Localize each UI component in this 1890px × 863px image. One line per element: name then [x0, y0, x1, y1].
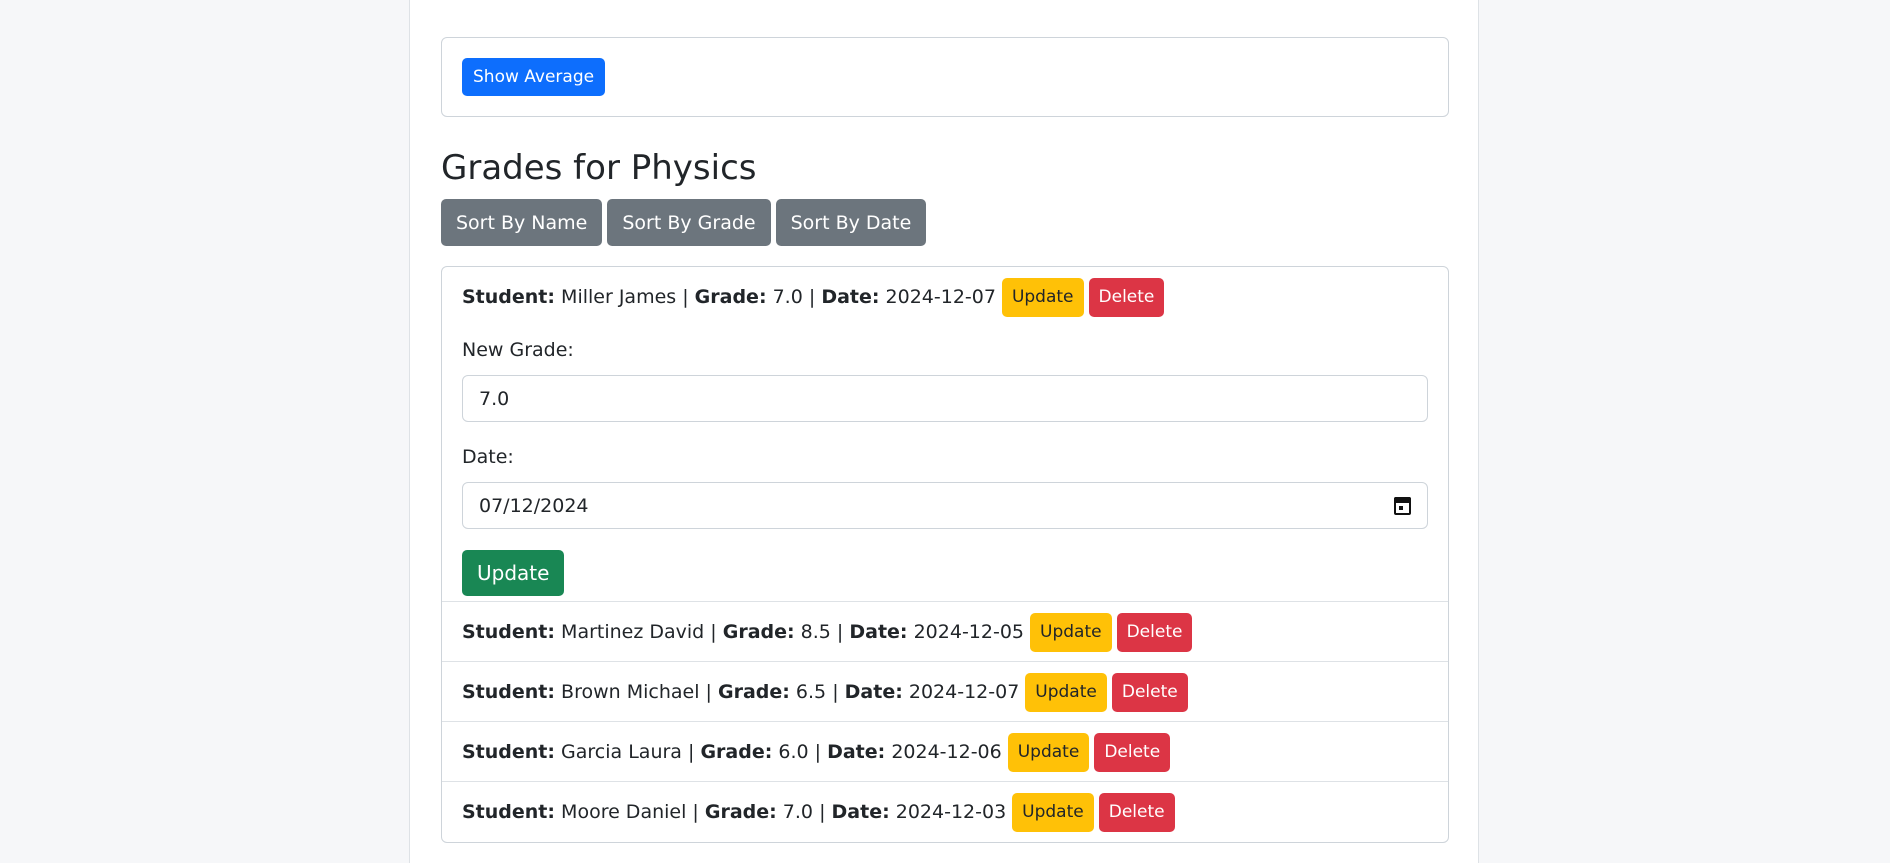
- separator: |: [710, 621, 717, 643]
- main-container: Show Average Grades for Physics Sort By …: [409, 0, 1479, 863]
- delete-button[interactable]: Delete: [1098, 792, 1175, 832]
- date-value: 2024-12-03: [895, 801, 1007, 823]
- date-label: Date:: [844, 681, 903, 703]
- grade-label: Grade:: [694, 286, 767, 308]
- date-input[interactable]: 07/12/2024: [462, 482, 1428, 529]
- date-label: Date:: [821, 286, 880, 308]
- grade-label: Grade:: [722, 621, 795, 643]
- list-item: Student: Garcia Laura | Grade: 6.0 | Dat…: [442, 722, 1448, 782]
- separator: |: [814, 741, 822, 763]
- delete-button[interactable]: Delete: [1088, 277, 1165, 317]
- date-input-value: 07/12/2024: [479, 494, 589, 517]
- update-button[interactable]: Update: [1007, 732, 1090, 772]
- grade-value: 7.0: [772, 286, 803, 308]
- student-label: Student:: [462, 801, 555, 823]
- sort-by-date-button[interactable]: Sort By Date: [775, 199, 927, 246]
- student-label: Student:: [462, 681, 555, 703]
- grade-entry: Student: Moore Daniel | Grade: 7.0 | Dat…: [462, 792, 1428, 832]
- grade-value: 6.0: [778, 741, 809, 763]
- sort-toolbar: Sort By Name Sort By Grade Sort By Date: [441, 199, 927, 246]
- date-label: Date:: [849, 621, 908, 643]
- grade-entry: Student: Miller James | Grade: 7.0 | Dat…: [462, 277, 1428, 317]
- delete-button[interactable]: Delete: [1116, 612, 1193, 652]
- grade-entry: Student: Martinez David | Grade: 8.5 | D…: [462, 612, 1428, 652]
- separator: |: [682, 286, 689, 308]
- student-name: Garcia Laura: [561, 741, 682, 763]
- update-button[interactable]: Update: [1012, 792, 1094, 832]
- date-field-label: Date:: [462, 446, 514, 468]
- grade-entry: Student: Brown Michael | Grade: 6.5 | Da…: [462, 672, 1428, 712]
- separator: |: [688, 741, 695, 763]
- grade-label: Grade:: [704, 801, 777, 823]
- student-name: Brown Michael: [561, 681, 700, 703]
- grade-label: Grade:: [700, 741, 773, 763]
- separator: |: [808, 286, 816, 308]
- update-button[interactable]: Update: [1001, 277, 1084, 317]
- new-grade-input[interactable]: 7.0: [462, 375, 1428, 422]
- grade-value: 8.5: [800, 621, 831, 643]
- grade-value: 6.5: [795, 681, 827, 703]
- average-card: Show Average: [441, 37, 1449, 117]
- update-button[interactable]: Update: [1025, 672, 1107, 712]
- student-label: Student:: [462, 286, 555, 308]
- student-name: Moore Daniel: [561, 801, 687, 823]
- list-item: Student: Miller James | Grade: 7.0 | Dat…: [442, 267, 1448, 602]
- separator: |: [705, 681, 712, 703]
- student-label: Student:: [462, 741, 555, 763]
- submit-update-button[interactable]: Update: [462, 550, 565, 596]
- student-name: Martinez David: [561, 621, 705, 643]
- date-value: 2024-12-07: [885, 286, 996, 308]
- date-value: 2024-12-06: [891, 741, 1002, 763]
- date-label: Date:: [831, 801, 890, 823]
- new-grade-label: New Grade:: [462, 339, 574, 361]
- delete-button[interactable]: Delete: [1094, 732, 1171, 772]
- grade-label: Grade:: [718, 681, 790, 703]
- date-value: 2024-12-07: [908, 681, 1020, 703]
- separator: |: [836, 621, 844, 643]
- sort-by-grade-button[interactable]: Sort By Grade: [607, 199, 771, 246]
- page-title: Grades for Physics: [441, 148, 757, 188]
- show-average-button[interactable]: Show Average: [462, 58, 606, 96]
- sort-by-name-button[interactable]: Sort By Name: [441, 199, 603, 246]
- student-label: Student:: [462, 621, 555, 643]
- separator: |: [819, 801, 826, 823]
- delete-button[interactable]: Delete: [1111, 672, 1188, 712]
- date-value: 2024-12-05: [913, 621, 1025, 643]
- calendar-icon[interactable]: [1394, 496, 1411, 515]
- date-label: Date:: [827, 741, 886, 763]
- update-button[interactable]: Update: [1030, 612, 1112, 652]
- new-grade-value: 7.0: [479, 387, 510, 410]
- grade-value: 7.0: [782, 801, 814, 823]
- list-item: Student: Martinez David | Grade: 8.5 | D…: [442, 602, 1448, 662]
- grades-list: Student: Miller James | Grade: 7.0 | Dat…: [441, 266, 1449, 843]
- list-item: Student: Brown Michael | Grade: 6.5 | Da…: [442, 662, 1448, 722]
- list-item: Student: Moore Daniel | Grade: 7.0 | Dat…: [442, 782, 1448, 842]
- grade-entry: Student: Garcia Laura | Grade: 6.0 | Dat…: [462, 732, 1428, 772]
- separator: |: [692, 801, 699, 823]
- separator: |: [832, 681, 839, 703]
- student-name: Miller James: [561, 286, 677, 308]
